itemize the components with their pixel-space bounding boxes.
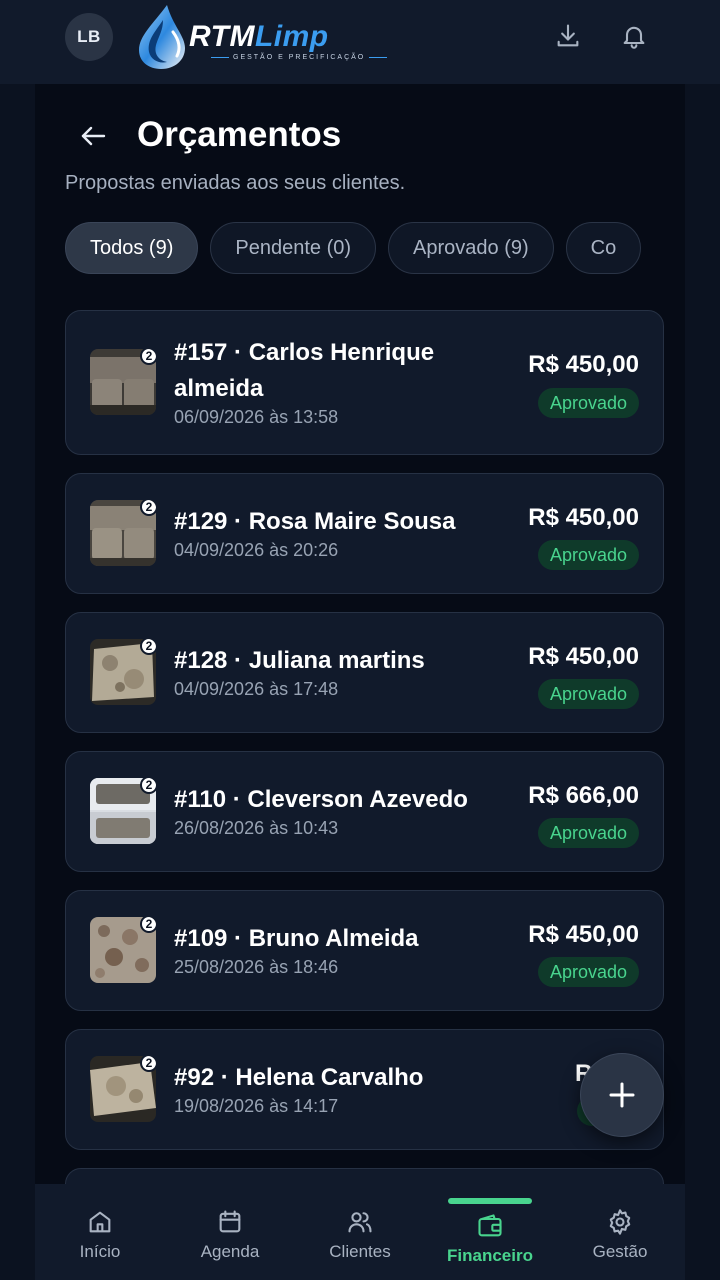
nav-label: Gestão (592, 1242, 648, 1261)
nav-item-financial[interactable]: Financeiro (425, 1184, 555, 1280)
arrow-left-icon (81, 126, 106, 146)
users-icon (348, 1212, 372, 1233)
download-icon (557, 24, 579, 47)
plus-icon (609, 1082, 635, 1108)
photo-count-badge: 2 (140, 1056, 156, 1072)
status-badge: Aprovado (537, 540, 639, 570)
status-badge: Aprovado (537, 388, 639, 418)
download-button[interactable] (552, 20, 584, 52)
quote-thumbnail: 2 (90, 1056, 156, 1122)
filter-chip-other[interactable]: Co (565, 222, 642, 274)
page-title: Orçamentos (137, 115, 342, 154)
nav-item-agenda[interactable]: Agenda (165, 1184, 295, 1280)
quote-price: R$ 666,00 (528, 782, 639, 809)
quote-title: #109 · Bruno Almeida (174, 925, 419, 952)
nav-label: Financeiro (447, 1246, 533, 1265)
quote-title: #110 · Cleverson Azevedo (174, 786, 468, 813)
wallet-icon (478, 1214, 502, 1237)
bottom-nav: Início Agenda Clientes Financeiro Gestão (35, 1184, 685, 1280)
quote-title: #92 · Helena Carvalho (174, 1064, 424, 1091)
quote-price: R$ 450,00 (528, 643, 639, 670)
top-bar: LB RTMLimp GESTÃO E PRECIFICAÇÃO (0, 0, 720, 84)
back-button[interactable] (75, 120, 111, 152)
photo-count-badge: 2 (140, 778, 156, 794)
quote-price: R$ 450,00 (528, 504, 639, 531)
notifications-button[interactable] (618, 20, 650, 52)
filter-chip-approved[interactable]: Aprovado (9) (388, 222, 554, 274)
quote-thumbnail: 2 (90, 778, 156, 844)
filter-chips: Todos (9) Pendente (0) Aprovado (9) Co (65, 222, 664, 274)
avatar[interactable]: LB (65, 13, 113, 61)
status-badge: Aprovado (537, 679, 639, 709)
calendar-icon (219, 1210, 241, 1233)
brand-tagline: GESTÃO E PRECIFICAÇÃO (207, 54, 391, 61)
add-quote-button[interactable] (580, 1053, 664, 1137)
quote-card[interactable]: 2 #157 · Carlos Henrique almeida 06/09/2… (65, 310, 664, 455)
quote-date: 06/09/2026 às 13:58 (174, 407, 339, 427)
nav-item-management[interactable]: Gestão (555, 1184, 685, 1280)
nav-label: Início (79, 1242, 121, 1261)
photo-count-badge: 2 (140, 917, 156, 933)
quote-date: 26/08/2026 às 10:43 (174, 818, 339, 838)
quote-card[interactable] (65, 1168, 664, 1184)
active-tab-indicator (448, 1198, 532, 1204)
quote-date: 25/08/2026 às 18:46 (174, 957, 339, 977)
status-badge: Aprovado (537, 818, 639, 848)
quote-thumbnail: 2 (90, 500, 156, 566)
main-content: Orçamentos Propostas enviadas aos seus c… (35, 84, 685, 1184)
quote-card[interactable]: 2 #92 · Helena Carvalho 19/08/2026 às 14… (65, 1029, 664, 1150)
quote-card[interactable]: 2 #129 · Rosa Maire Sousa 04/09/2026 às … (65, 473, 664, 594)
status-badge: Aprovado (537, 957, 639, 987)
quote-price: R$ 450,00 (528, 351, 639, 378)
bell-icon (623, 26, 645, 49)
page-subtitle: Propostas enviadas aos seus clientes. (65, 172, 406, 194)
nav-label: Agenda (200, 1242, 260, 1261)
quote-card[interactable]: 2 #109 · Bruno Almeida 25/08/2026 às 18:… (65, 890, 664, 1011)
nav-label: Clientes (329, 1242, 391, 1261)
home-icon (89, 1211, 111, 1233)
brand-wordmark: RTMLimp (189, 20, 329, 53)
nav-item-clients[interactable]: Clientes (295, 1184, 425, 1280)
quote-thumbnail: 2 (90, 639, 156, 705)
quote-title: #129 · Rosa Maire Sousa (174, 508, 456, 535)
app-screen: LB RTMLimp GESTÃO E PRECIFICAÇÃO Orçamen… (0, 0, 720, 1280)
quote-card[interactable]: 2 #128 · Juliana martins 04/09/2026 às 1… (65, 612, 664, 733)
nav-item-home[interactable]: Início (35, 1184, 165, 1280)
filter-chip-all[interactable]: Todos (9) (65, 222, 199, 274)
quote-date: 19/08/2026 às 14:17 (174, 1096, 339, 1116)
quote-list: 2 #157 · Carlos Henrique almeida 06/09/2… (65, 310, 664, 1184)
quote-thumbnail: 2 (90, 917, 156, 983)
quote-date: 04/09/2026 às 17:48 (174, 679, 339, 699)
quote-price: R$ 450,00 (528, 921, 639, 948)
quote-title: #128 · Juliana martins (174, 647, 425, 674)
gear-icon (609, 1209, 631, 1235)
quote-thumbnail: 2 (90, 349, 156, 415)
water-drop-logo-icon (139, 5, 185, 69)
photo-count-badge: 2 (140, 349, 156, 365)
photo-count-badge: 2 (140, 500, 156, 516)
quote-card[interactable]: 2 #110 · Cleverson Azevedo 26/08/2026 às… (65, 751, 664, 872)
quote-title: #157 · Carlos Henrique almeida (174, 339, 435, 402)
photo-count-badge: 2 (140, 639, 156, 655)
filter-chip-pending[interactable]: Pendente (0) (210, 222, 377, 274)
brand-logo: RTMLimp GESTÃO E PRECIFICAÇÃO (133, 2, 363, 72)
quote-date: 04/09/2026 às 20:26 (174, 540, 339, 560)
